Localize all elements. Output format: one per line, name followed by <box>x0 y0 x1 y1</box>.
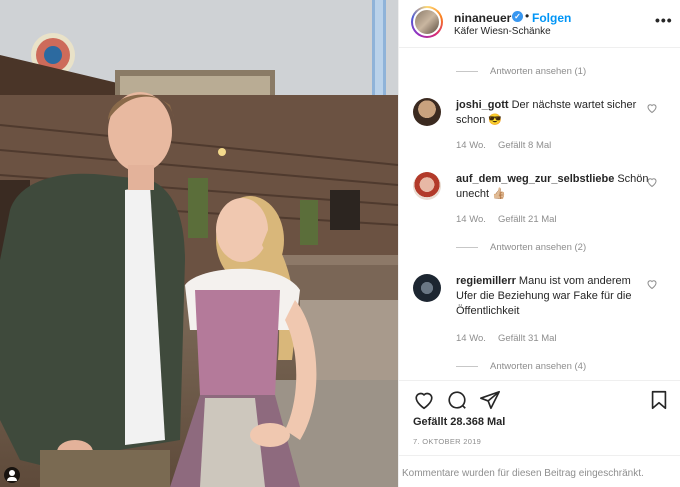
comment-like-heart-icon[interactable] <box>646 278 658 290</box>
view-replies-link[interactable]: Antworten ansehen (1) <box>456 66 586 77</box>
like-count[interactable]: Gefällt 28.368 Mal <box>413 416 505 428</box>
commenter-username[interactable]: auf_dem_weg_zur_selbstliebe <box>456 173 614 185</box>
comment-meta: 14 Wo. Gefällt 31 Mal <box>456 333 569 344</box>
commenter-avatar[interactable] <box>413 172 441 200</box>
post-side-panel: ninaneuer ✓ • Folgen Käfer Wiesn-Schänke… <box>398 0 680 487</box>
commenter-avatar[interactable] <box>413 98 441 126</box>
author-username[interactable]: ninaneuer <box>454 11 511 25</box>
verified-badge-icon: ✓ <box>512 11 523 22</box>
comment-like-heart-icon[interactable] <box>646 102 658 114</box>
view-replies-label: Antworten ansehen (1) <box>490 66 587 77</box>
post-date: 7. OKTOBER 2019 <box>413 437 482 446</box>
post-header: ninaneuer ✓ • Folgen Käfer Wiesn-Schänke… <box>399 0 680 48</box>
like-heart-icon[interactable] <box>413 389 435 411</box>
comment-bubble-icon[interactable] <box>446 389 468 411</box>
comment-likes[interactable]: Gefällt 8 Mal <box>498 140 551 151</box>
comment-meta: 14 Wo. Gefällt 21 Mal <box>456 214 569 225</box>
comments-disabled-note: Kommentare wurden für diesen Beitrag ein… <box>399 455 680 487</box>
post-actions-bar <box>399 380 680 420</box>
comment-like-heart-icon[interactable] <box>646 176 658 188</box>
comment-age: 14 Wo. <box>456 333 486 344</box>
commenter-username[interactable]: regiemillerr <box>456 275 516 287</box>
comment-body: regiemillerr Manu ist vom anderem Ufer di… <box>456 274 641 319</box>
comment-age: 14 Wo. <box>456 140 486 151</box>
save-bookmark-icon[interactable] <box>648 389 670 411</box>
share-send-icon[interactable] <box>479 389 501 411</box>
more-options-icon[interactable]: ••• <box>655 12 673 28</box>
comment-meta: 14 Wo. Gefällt 8 Mal <box>456 140 563 151</box>
view-replies-link[interactable]: Antworten ansehen (4) <box>456 361 586 372</box>
commenter-username[interactable]: joshi_gott <box>456 99 509 111</box>
comment-likes[interactable]: Gefällt 31 Mal <box>498 333 557 344</box>
view-replies-link[interactable]: Antworten ansehen (2) <box>456 242 586 253</box>
post-photo[interactable] <box>0 0 398 487</box>
header-separator: • <box>525 9 530 23</box>
comment-body: joshi_gott Der nächste wartet sicher scho… <box>456 98 641 128</box>
view-replies-label: Antworten ansehen (4) <box>490 361 587 372</box>
author-avatar[interactable] <box>411 6 443 38</box>
commenter-avatar[interactable] <box>413 274 441 302</box>
follow-button[interactable]: Folgen <box>532 11 571 25</box>
comment-age: 14 Wo. <box>456 214 486 225</box>
comments-list[interactable]: Antworten ansehen (1) joshi_gott Der näch… <box>399 49 680 379</box>
post-location[interactable]: Käfer Wiesn-Schänke <box>454 26 551 37</box>
comment-likes[interactable]: Gefällt 21 Mal <box>498 214 557 225</box>
tagged-user-icon[interactable] <box>4 467 20 483</box>
post-photo-illustration <box>0 0 398 487</box>
comment-body: auf_dem_weg_zur_selbstliebe Schön unecht … <box>456 172 649 202</box>
view-replies-label: Antworten ansehen (2) <box>490 242 587 253</box>
